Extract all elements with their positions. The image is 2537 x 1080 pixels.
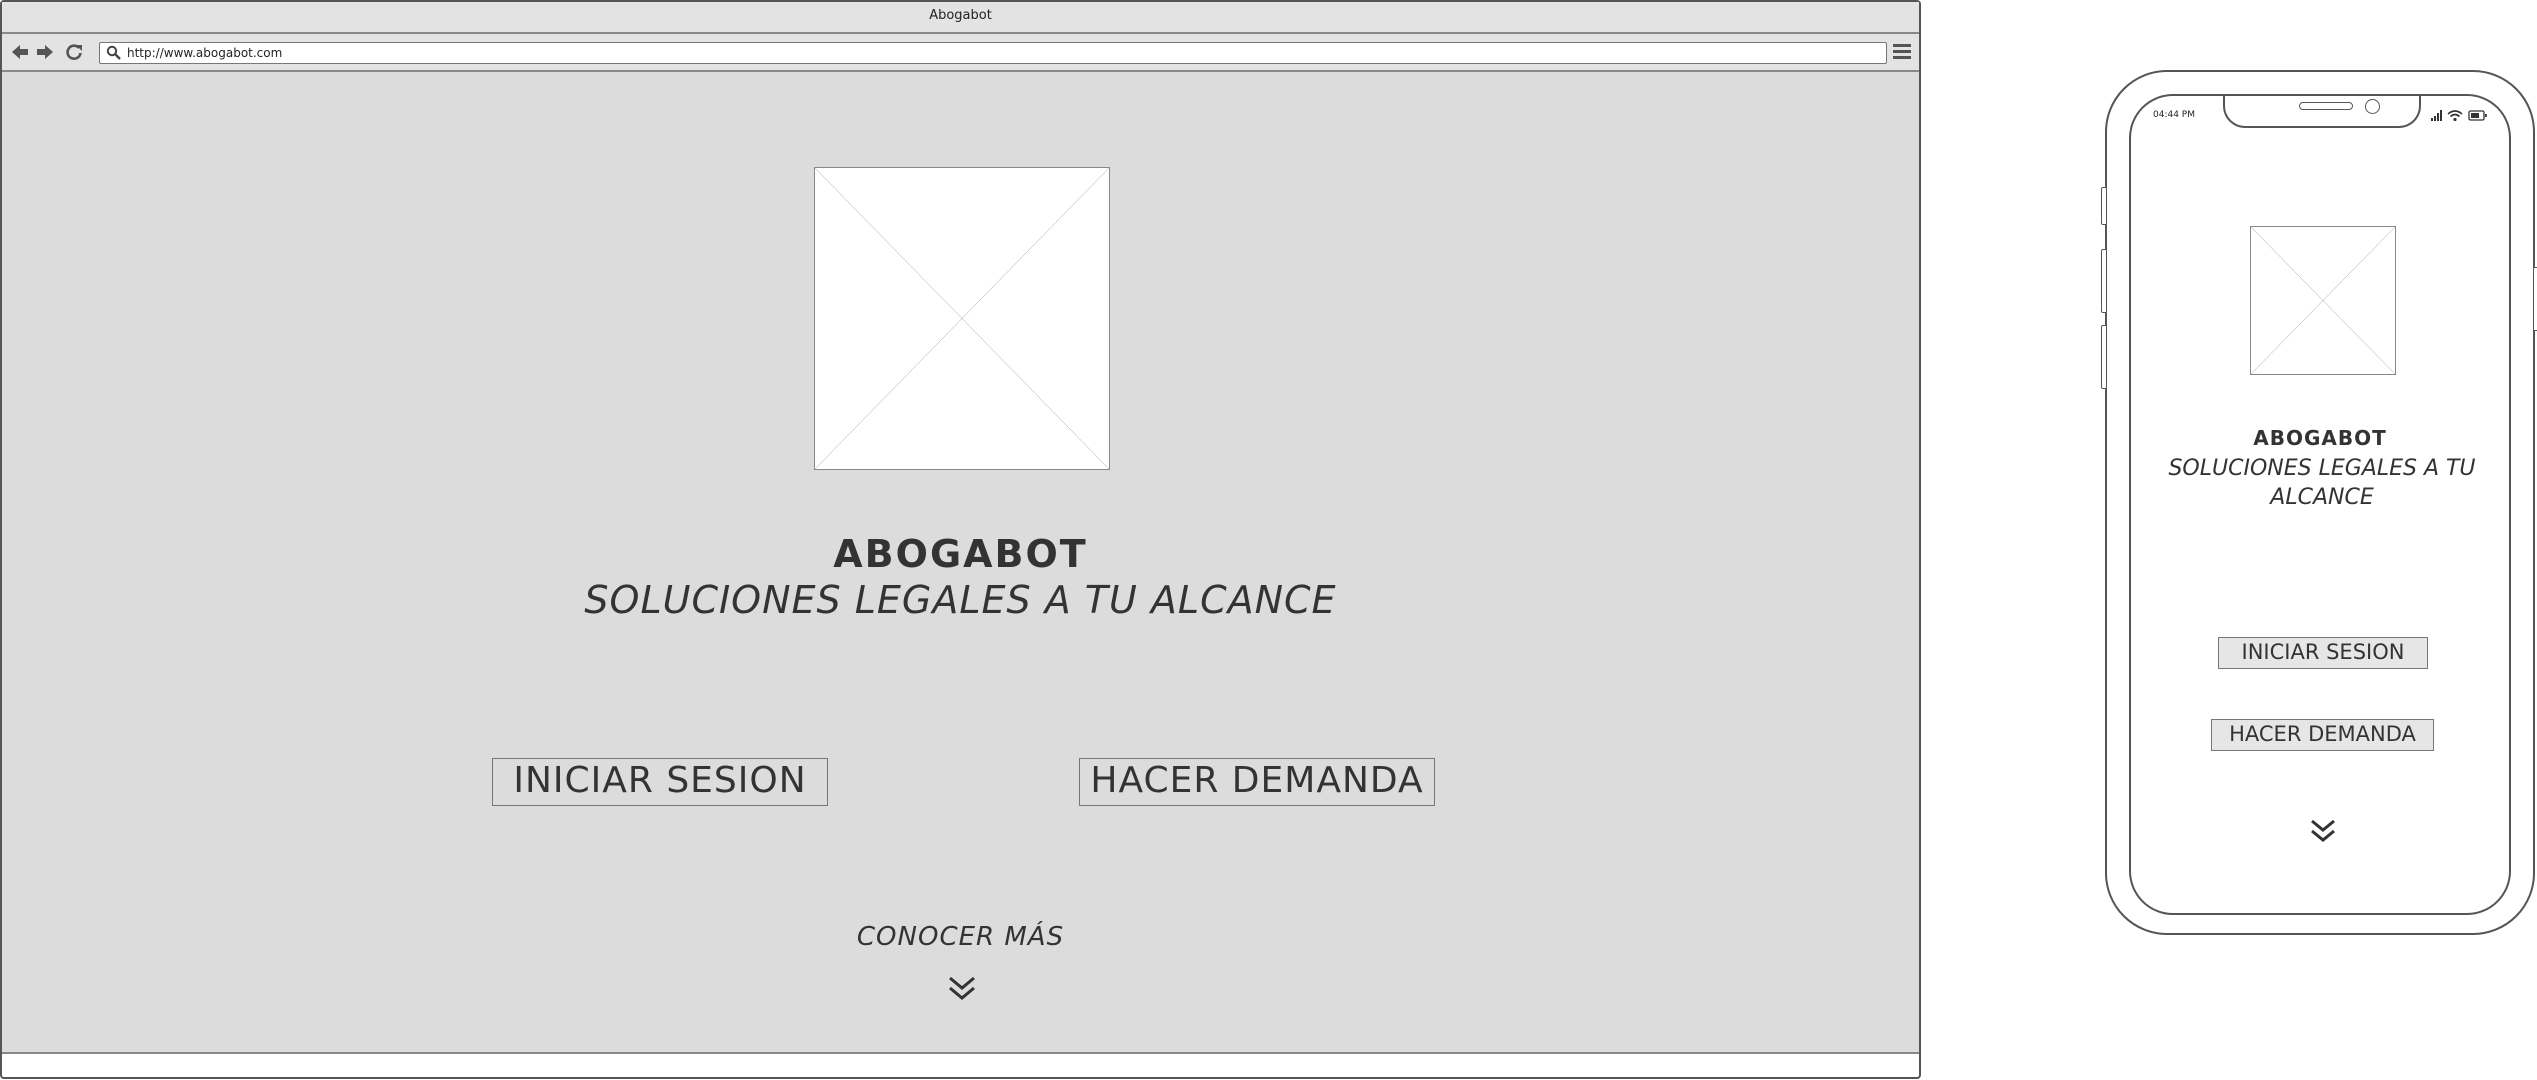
window-title: Abogabot <box>929 8 992 23</box>
search-icon <box>106 45 121 60</box>
url-text: http://www.abogabot.com <box>127 46 283 60</box>
hamburger-menu-icon[interactable] <box>1893 44 1911 60</box>
logo-image-placeholder <box>814 167 1110 470</box>
phone-power-button <box>2533 267 2537 331</box>
learn-more-link[interactable]: CONOCER MÁS <box>2 922 1919 952</box>
browser-toolbar: http://www.abogabot.com <box>2 34 1919 72</box>
double-chevron-down-icon[interactable] <box>947 975 977 1003</box>
arrow-right-icon[interactable] <box>35 42 55 62</box>
front-camera <box>2365 99 2380 114</box>
mobile-screen: 04:44 PM ABOGABOT SOLUCIONES LEGALES A T… <box>2129 94 2511 915</box>
mobile-logo-image-placeholder <box>2250 226 2396 375</box>
login-button[interactable]: INICIAR SESION <box>492 758 828 806</box>
arrow-left-icon[interactable] <box>10 42 30 62</box>
mobile-brand-title: ABOGABOT <box>2253 426 2387 450</box>
brand-title: ABOGABOT <box>833 532 1088 576</box>
make-demand-button[interactable]: HACER DEMANDA <box>1079 758 1435 806</box>
phone-volume-up-button <box>2101 249 2107 313</box>
desktop-browser-window: Abogabot http://www.abogabot.com ABOGABO… <box>0 0 1921 1079</box>
page-viewport: ABOGABOT SOLUCIONES LEGALES A TU ALCANCE… <box>2 72 1919 1054</box>
status-time: 04:44 PM <box>2153 110 2195 120</box>
battery-icon <box>2468 110 2487 121</box>
status-icons <box>2431 110 2487 122</box>
mobile-tagline: SOLUCIONES LEGALES A TU ALCANCE <box>2168 456 2476 510</box>
phone-volume-down-button <box>2101 325 2107 389</box>
mobile-login-button[interactable]: INICIAR SESION <box>2218 637 2428 669</box>
phone-notch <box>2223 96 2421 128</box>
phone-mute-switch <box>2101 187 2107 225</box>
mobile-phone-frame: 04:44 PM ABOGABOT SOLUCIONES LEGALES A T… <box>2101 70 2537 935</box>
reload-icon[interactable] <box>64 42 84 62</box>
tagline: SOLUCIONES LEGALES A TU ALCANCE <box>584 578 1337 622</box>
wifi-icon <box>2447 110 2463 122</box>
mobile-make-demand-button[interactable]: HACER DEMANDA <box>2211 719 2434 751</box>
mobile-double-chevron-down-icon[interactable] <box>2308 818 2338 846</box>
window-title-bar: Abogabot <box>2 2 1919 34</box>
signal-bars-icon <box>2431 110 2442 121</box>
address-bar[interactable]: http://www.abogabot.com <box>99 42 1887 64</box>
speaker-grille <box>2299 102 2353 110</box>
